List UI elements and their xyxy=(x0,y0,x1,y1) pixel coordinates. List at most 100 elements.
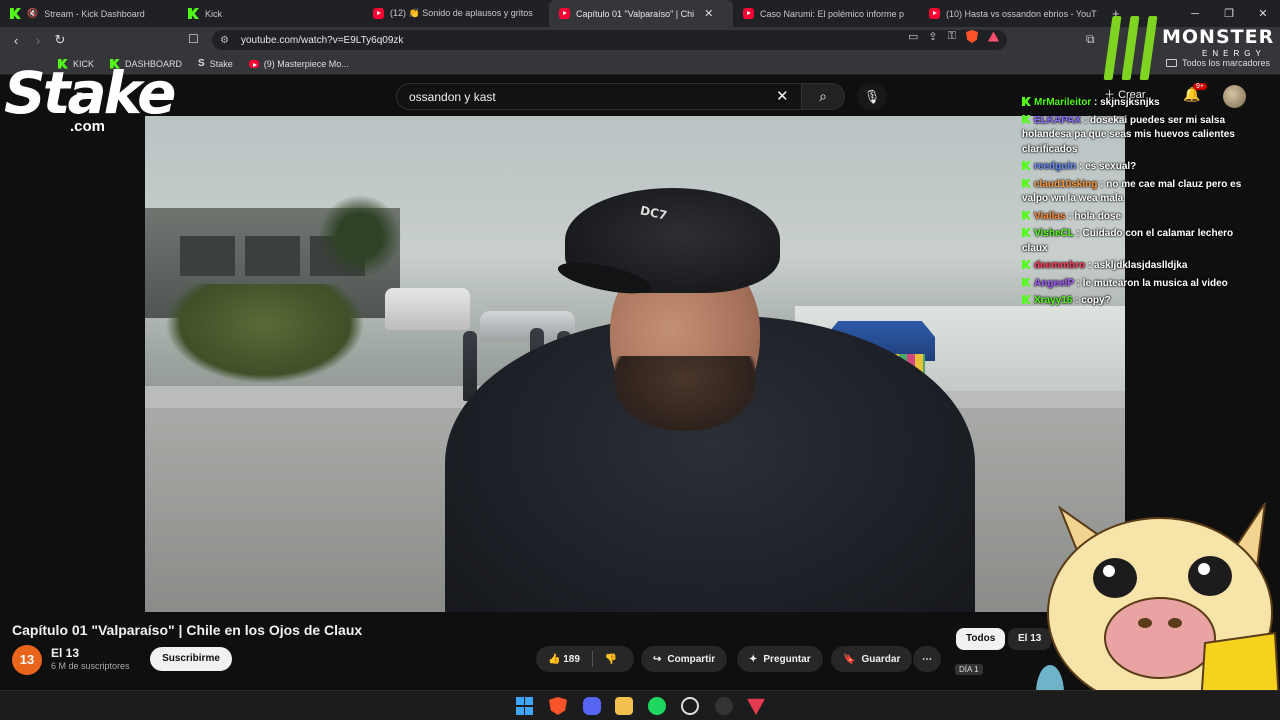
kick-badge-icon xyxy=(1022,295,1031,304)
chat-message: VisheCL : Cuidado con el calamar lechero… xyxy=(1022,227,1258,256)
chat-message: Viallas : hola dose xyxy=(1022,210,1258,225)
search-icon: ⌕ xyxy=(819,88,827,104)
windows-start-icon[interactable] xyxy=(516,697,534,715)
share-button[interactable]: ↪ Compartir xyxy=(641,646,728,672)
like-button[interactable]: 👍 189 xyxy=(548,654,580,665)
stake-domain: .com xyxy=(70,118,106,135)
search-input[interactable]: ossandon y kast xyxy=(396,83,806,110)
video-player[interactable]: DC7 xyxy=(145,116,1125,612)
chat-text: askljdklasjdaslldjka xyxy=(1094,260,1188,271)
share-icon[interactable]: ⇪ xyxy=(928,30,937,43)
brave-rewards-icon[interactable] xyxy=(988,31,999,42)
chat-username[interactable]: Xrayy16 xyxy=(1034,295,1072,306)
cat-eye-left xyxy=(1093,558,1137,598)
bookmark-stake[interactable]: S Stake xyxy=(198,58,233,69)
forward-button[interactable]: › xyxy=(27,33,49,48)
kick-icon xyxy=(188,8,199,19)
search-button[interactable]: ⌕ xyxy=(801,83,845,110)
tab-applause[interactable]: (12) 👏 Sonido de aplausos y gritos xyxy=(363,0,549,27)
chat-message: claud10sking : no me cae mal clauz pero … xyxy=(1022,178,1258,207)
channel-name[interactable]: El 13 xyxy=(51,646,79,660)
video-scene-window xyxy=(180,236,235,276)
voice-search-button[interactable]: 🎙 xyxy=(857,83,887,110)
youtube-icon xyxy=(929,8,940,19)
subscribe-button[interactable]: Suscribirme xyxy=(150,647,232,671)
dislike-button[interactable]: 👎 xyxy=(605,654,617,665)
kick-badge-icon xyxy=(1022,210,1031,220)
clear-search-icon[interactable]: ✕ xyxy=(776,87,789,105)
chat-separator: : xyxy=(1073,277,1083,289)
divider xyxy=(591,651,593,667)
chat-text: skjnsjksnjks xyxy=(1100,97,1160,108)
notification-badge: 9+ xyxy=(1193,83,1207,90)
subscriber-count: 6 M de suscriptores xyxy=(51,661,130,671)
kick-badge-icon xyxy=(1022,260,1031,269)
video-scene-palm xyxy=(315,191,405,281)
file-explorer-icon[interactable] xyxy=(615,697,633,715)
obs-icon[interactable] xyxy=(715,697,733,715)
cat-eye-right xyxy=(1188,556,1232,596)
spotify-icon[interactable] xyxy=(648,697,666,715)
chat-username[interactable]: Viallas xyxy=(1034,211,1066,222)
brave-shield-icon[interactable] xyxy=(966,30,978,43)
chat-username[interactable]: deemmbro xyxy=(1034,260,1085,271)
chat-username[interactable]: claud10sking xyxy=(1034,179,1097,190)
tab-kick[interactable]: Kick xyxy=(178,0,363,27)
save-button[interactable]: 🔖 Guardar xyxy=(831,646,913,672)
tab-capitulo-01[interactable]: Capítulo 01 "Valparaíso" | Chi ✕ xyxy=(549,0,733,27)
cat-muzzle xyxy=(1104,597,1216,679)
chat-username[interactable]: reedguin xyxy=(1034,161,1076,172)
tab-hasta-vs-ossandon[interactable]: (10) Hasta vs ossandon ebrios - YouT xyxy=(919,0,1104,27)
site-info-icon[interactable]: ⚙ xyxy=(220,35,229,46)
bookmark-masterpiece[interactable]: (9) Masterpiece Mo... xyxy=(248,58,349,69)
reload-button[interactable]: ↻ xyxy=(49,32,71,48)
channel-avatar[interactable]: 13 xyxy=(12,645,42,675)
save-label: Guardar xyxy=(861,653,901,665)
muted-speaker-icon[interactable]: 🔇 xyxy=(27,8,38,19)
cat-vtuber-overlay xyxy=(1036,502,1280,720)
bookmark-icon[interactable]: ☐ xyxy=(188,32,199,46)
kick-icon xyxy=(10,8,21,19)
save-icon: 🔖 xyxy=(843,653,856,665)
chip-todos[interactable]: Todos xyxy=(956,628,1006,650)
monster-logo-text: MONSTER xyxy=(1162,26,1275,48)
cast-icon[interactable]: ▭ xyxy=(908,30,918,43)
kick-badge-icon xyxy=(1022,228,1031,237)
chat-separator: : xyxy=(1081,114,1090,126)
close-tab-icon[interactable]: ✕ xyxy=(704,7,713,20)
chat-separator: : xyxy=(1091,97,1101,108)
more-actions-button[interactable]: ⋯ xyxy=(913,646,941,672)
cat-eye-shine xyxy=(1103,565,1115,577)
chat-message: reedguin : es sexual? xyxy=(1022,160,1258,175)
tab-kick-dashboard[interactable]: 🔇 Stream - Kick Dashboard xyxy=(0,0,178,27)
youtube-icon xyxy=(743,8,754,19)
discord-icon[interactable] xyxy=(583,697,601,715)
thumbnail-badge[interactable]: DÍA 1 xyxy=(955,664,983,675)
chat-separator: : xyxy=(1097,178,1107,190)
brave-browser-icon[interactable] xyxy=(549,697,567,715)
steam-icon[interactable] xyxy=(681,697,699,715)
bookmark-label: (9) Masterpiece Mo... xyxy=(263,58,349,69)
tab-title: Kick xyxy=(205,8,223,19)
youtube-icon xyxy=(373,8,384,19)
kick-badge-icon xyxy=(1022,97,1031,106)
address-bar[interactable]: ⚙ youtube.com/watch?v=E9LTy6q09zk xyxy=(212,30,1007,50)
chat-username[interactable]: VisheCL xyxy=(1034,228,1074,239)
url-text: youtube.com/watch?v=E9LTy6q09zk xyxy=(240,34,404,46)
valorant-icon[interactable] xyxy=(747,698,765,715)
back-button[interactable]: ‹ xyxy=(5,33,27,48)
monster-subtext: ENERGY xyxy=(1202,49,1266,58)
kick-badge-icon xyxy=(1022,114,1031,124)
thumbs-down-icon: 👎 xyxy=(604,653,618,665)
bookmark-label: Stake xyxy=(209,58,233,69)
chat-username[interactable]: ELKAPAX xyxy=(1034,115,1081,126)
ask-button[interactable]: ✦ Preguntar xyxy=(737,646,823,672)
key-icon[interactable]: ⚿ xyxy=(948,30,956,43)
chat-separator: : xyxy=(1076,161,1086,172)
chat-username[interactable]: AngeelP xyxy=(1034,278,1074,289)
chat-username[interactable]: MrMarileitor xyxy=(1034,97,1091,108)
extensions-icon[interactable]: ⧉ xyxy=(1086,32,1095,47)
tab-caso-narumi[interactable]: Caso Narumi: El polémico informe p xyxy=(733,0,919,27)
share-label: Compartir xyxy=(667,653,716,665)
chat-message: AngeelP : le mutearon la musica al video xyxy=(1022,277,1258,292)
